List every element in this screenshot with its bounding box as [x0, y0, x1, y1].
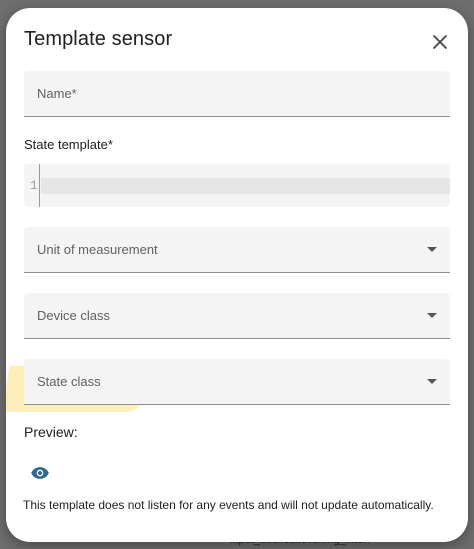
dropdown-arrow-icon: [427, 247, 437, 252]
device-class-select[interactable]: Device class: [24, 293, 450, 339]
device-class-label: Device class: [37, 308, 110, 323]
eye-icon: [30, 463, 50, 483]
active-code-line[interactable]: [41, 178, 450, 194]
dialog-title: Template sensor: [24, 28, 173, 50]
code-gutter: 1: [24, 164, 40, 207]
close-button[interactable]: [428, 30, 452, 54]
dropdown-arrow-icon: [427, 313, 437, 318]
dropdown-arrow-icon: [427, 379, 437, 384]
preview-heading: Preview:: [24, 424, 78, 440]
unit-of-measurement-select[interactable]: Unit of measurement: [24, 227, 450, 273]
state-class-label: State class: [37, 374, 101, 389]
close-icon: [433, 35, 447, 49]
state-template-label: State template*: [24, 137, 113, 152]
state-class-select[interactable]: State class: [24, 359, 450, 405]
template-sensor-dialog: Template sensor Name* State template* 1 …: [6, 8, 468, 542]
unit-of-measurement-label: Unit of measurement: [37, 242, 158, 257]
preview-info-text: This template does not listen for any ev…: [23, 498, 434, 512]
line-number: 1: [30, 178, 38, 193]
name-field[interactable]: Name*: [24, 71, 450, 117]
state-template-editor[interactable]: 1: [24, 164, 450, 207]
name-field-label: Name*: [37, 86, 77, 101]
